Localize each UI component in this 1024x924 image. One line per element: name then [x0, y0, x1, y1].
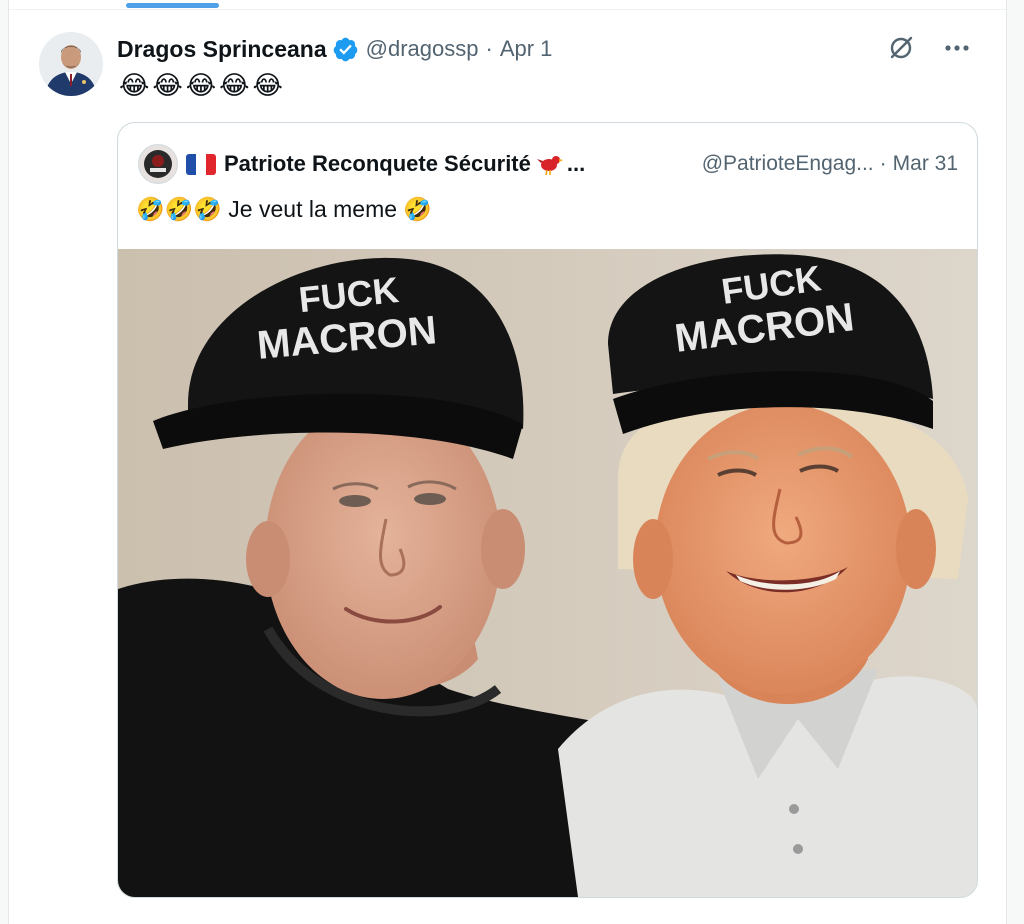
quoted-tweet[interactable]: Patriote Reconquete Sécurité ... @Patrio…	[117, 122, 978, 898]
tab-indicator	[126, 3, 219, 8]
avatar-image	[39, 32, 103, 96]
tweet-card[interactable]: Dragos Sprinceana @dragossp · Apr 1 😂😂😂😂…	[8, 0, 1007, 924]
quoted-author-handle[interactable]: @PatrioteEngag...	[702, 152, 874, 176]
france-flag-icon	[186, 153, 216, 175]
separator-dot: ·	[485, 36, 493, 61]
author-avatar[interactable]	[39, 32, 103, 96]
quoted-tweet-image[interactable]: FUCK MACRON FUCK MACRON	[118, 249, 977, 897]
verified-badge-icon[interactable]	[332, 36, 359, 63]
divider	[9, 9, 1006, 10]
grok-icon[interactable]	[885, 32, 917, 64]
name-ellipsis: ...	[566, 151, 586, 176]
red-bird-icon	[536, 151, 563, 177]
tweet-header: Dragos Sprinceana @dragossp · Apr 1	[117, 33, 552, 65]
separator-dot: ·	[879, 152, 887, 175]
meme-photo: FUCK MACRON FUCK MACRON	[118, 249, 977, 897]
quoted-tweet-header: Patriote Reconquete Sécurité ... @Patrio…	[138, 143, 958, 185]
quoted-author-avatar[interactable]	[138, 144, 178, 184]
tweet-actions	[885, 32, 973, 64]
quoted-tweet-text: 🤣🤣🤣 Je veut la meme 🤣	[136, 196, 433, 222]
author-name[interactable]: Dragos Sprinceana	[117, 36, 327, 63]
more-icon[interactable]	[941, 32, 973, 64]
tweet-date[interactable]: Apr 1	[500, 36, 553, 62]
quoted-tweet-date[interactable]: Mar 31	[893, 152, 958, 176]
author-handle[interactable]: @dragossp	[366, 36, 479, 62]
shield-logo-icon	[144, 150, 172, 178]
quoted-author-name[interactable]: Patriote Reconquete Sécurité	[224, 151, 531, 177]
tweet-text: 😂😂😂😂😂	[119, 70, 286, 100]
